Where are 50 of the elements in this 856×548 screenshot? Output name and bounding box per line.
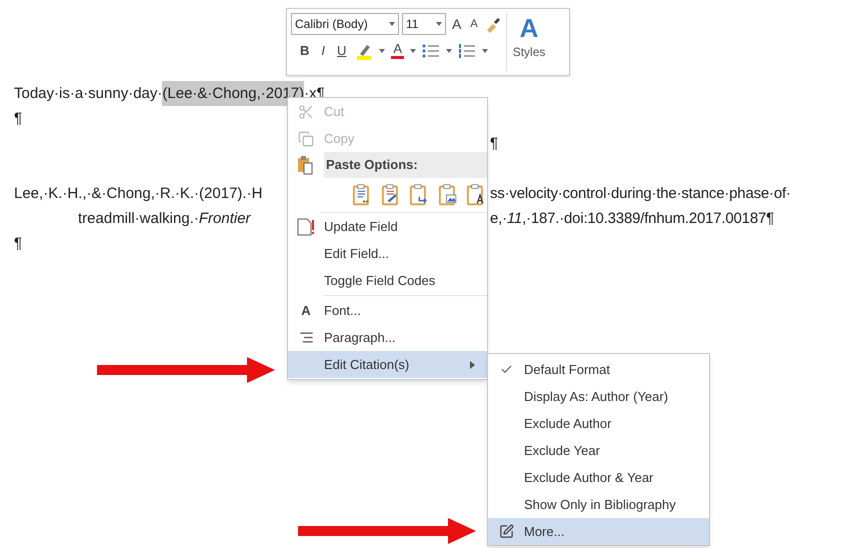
styles-button[interactable]: A Styles [512,13,546,61]
font-name-dropdown[interactable]: Calibri (Body) [291,13,399,35]
menu-item[interactable]: More... [488,518,709,545]
submenu-arrow-icon [470,360,475,368]
font-name-value: Calibri (Body) [295,16,368,33]
format-button[interactable]: B [297,41,312,60]
scissors-icon [298,104,314,120]
menu-item[interactable]: Edit Field... [288,240,487,267]
menu-item[interactable]: Show Only in Bibliography [488,491,709,518]
caret-icon [436,22,442,26]
menu-item[interactable]: A Font... [288,297,487,324]
menu-item[interactable]: Update Field [288,213,487,240]
font-size-value: 11 [406,16,418,33]
document-text: Lee,·K.·H.,·&·Chong,·R.·K.·(2017).·H [14,184,262,204]
caret-icon [410,48,416,53]
document-text: ¶ [14,109,22,129]
clipboard-icon [297,155,315,175]
document-text: ss·velocity·control·during·the·stance·phase·of· [490,184,791,204]
menu-item[interactable]: Default Format [488,356,709,383]
citation-field[interactable]: (Lee·&·Chong,·2017) [162,81,304,106]
caret-icon [482,48,488,53]
font-color-button[interactable]: A [391,42,404,60]
document-text: e,·11,·187.·doi:10.3389/fnhum.2017.00187¶ [490,209,774,229]
numbered-list-icon[interactable] [458,42,476,59]
document-text: ¶ [14,234,22,254]
menu-item[interactable]: Edit Citation(s) [288,351,487,378]
copy-icon [298,130,314,146]
menu-section-header: Paste Options: [324,152,487,178]
grow-font-button[interactable]: A [449,14,464,34]
caret-icon [379,48,386,53]
paragraph-icon [298,330,314,345]
bullet-list-icon[interactable] [422,42,440,59]
pen-icon [498,524,514,539]
caret-icon [389,22,395,26]
document-text: ¶ [490,134,498,154]
font-icon: A [301,300,311,320]
menu-item[interactable]: Paragraph... [288,324,487,351]
shrink-font-button[interactable]: A [467,16,481,32]
format-button[interactable]: I [318,41,328,60]
menu-item[interactable]: Exclude Author & Year [488,464,709,491]
format-button[interactable]: U [334,41,350,60]
page-alert-icon [296,218,316,236]
document-text: Today·is·a·sunny·day· [14,84,162,104]
caret-icon [446,48,452,53]
menu-item[interactable]: Exclude Year [488,437,709,464]
document-text: treadmill·walking.·Frontier [78,209,251,229]
font-size-dropdown[interactable]: 11 [402,13,446,35]
menu-item[interactable]: Toggle Field Codes [288,267,487,294]
menu-item[interactable]: Display As: Author (Year) [488,383,709,410]
menu-item[interactable]: Exclude Author [488,410,709,437]
